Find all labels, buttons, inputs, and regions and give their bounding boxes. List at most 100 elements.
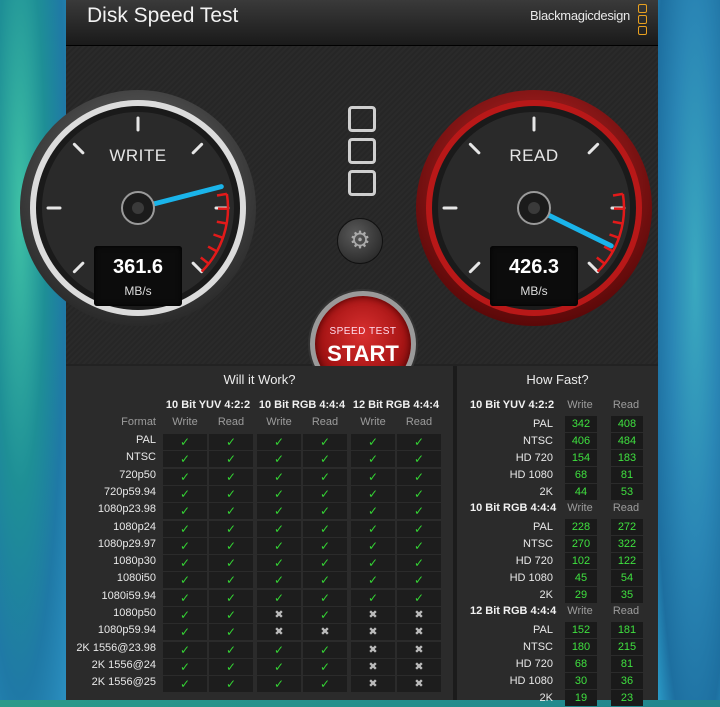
format-column-header: Format [70, 416, 156, 428]
checkmark-icon: ✓ [209, 572, 253, 588]
checkmark-icon: ✓ [397, 572, 441, 588]
read-speed-value: 122 [611, 553, 643, 569]
cross-icon: ✖ [397, 676, 441, 692]
table-row: 2K 1556@24✓✓✓✓✖✖ [70, 659, 450, 676]
write-speed-value: 152 [565, 622, 597, 638]
results-panel: Will it Work? How Fast? 10 Bit YUV 4:2:2… [66, 366, 658, 700]
table-row: 2K2935 [461, 587, 656, 604]
checkmark-icon: ✓ [351, 434, 395, 450]
will-it-work-title: Will it Work? [66, 372, 453, 387]
format-label: 1080p23.98 [70, 503, 156, 515]
checkmark-icon: ✓ [303, 503, 347, 519]
write-speed-value: 44 [565, 484, 597, 500]
checkmark-icon: ✓ [303, 659, 347, 675]
checkmark-icon: ✓ [209, 486, 253, 502]
format-label: NTSC [461, 639, 553, 655]
checkmark-icon: ✓ [209, 451, 253, 467]
checkmark-icon: ✓ [303, 607, 347, 623]
read-column-header: Read [397, 416, 441, 428]
table-row: PAL228272 [461, 519, 656, 536]
cross-icon: ✖ [303, 624, 347, 640]
format-label: HD 720 [461, 553, 553, 569]
format-label: 1080i59.94 [70, 590, 156, 602]
group-header: 10 Bit RGB 4:4:4 [256, 399, 348, 411]
checkmark-icon: ✓ [257, 434, 301, 450]
format-label: HD 720 [461, 450, 553, 466]
checkmark-icon: ✓ [257, 659, 301, 675]
checkmark-icon: ✓ [351, 469, 395, 485]
cross-icon: ✖ [257, 624, 301, 640]
read-label: READ [414, 146, 654, 166]
checkmark-icon: ✓ [351, 555, 395, 571]
start-button-label: START [315, 341, 411, 367]
write-speed-value: 180 [565, 639, 597, 655]
write-column-header: Write [560, 605, 600, 617]
format-label: HD 1080 [461, 467, 553, 483]
table-row: 1080p50✓✓✖✓✖✖ [70, 607, 450, 624]
format-label: 1080p24 [70, 521, 156, 533]
table-row: 1080i50✓✓✓✓✓✓ [70, 572, 450, 589]
checkmark-icon: ✓ [163, 538, 207, 554]
table-row: HD 10804554 [461, 570, 656, 587]
checkmark-icon: ✓ [303, 469, 347, 485]
checkmark-icon: ✓ [303, 486, 347, 502]
write-speed-value: 270 [565, 536, 597, 552]
redline-tick [613, 222, 623, 224]
group-title: 10 Bit YUV 4:2:2 [470, 399, 554, 411]
checkmark-icon: ✓ [163, 676, 207, 692]
write-unit: MB/s [94, 284, 182, 298]
gauge-panel: WRITE 361.6 MB/s ⚙ SPEED TEST START [66, 46, 658, 364]
read-speed-value: 54 [611, 570, 643, 586]
read-speed-value: 36 [611, 673, 643, 689]
checkmark-icon: ✓ [163, 624, 207, 640]
group-title: 12 Bit RGB 4:4:4 [470, 605, 556, 617]
format-label: PAL [461, 519, 553, 535]
checkmark-icon: ✓ [257, 469, 301, 485]
table-row: NTSC180215 [461, 639, 656, 656]
brand-logo-icon [638, 4, 648, 37]
checkmark-icon: ✓ [351, 572, 395, 588]
table-row: 1080i59.94✓✓✓✓✓✓ [70, 590, 450, 607]
write-gauge: WRITE 361.6 MB/s [18, 88, 258, 328]
checkmark-icon: ✓ [303, 642, 347, 658]
checkmark-icon: ✓ [163, 555, 207, 571]
table-row: HD 720154183 [461, 450, 656, 467]
redline-tick [613, 194, 623, 196]
cross-icon: ✖ [351, 607, 395, 623]
table-row: 2K 1556@23.98✓✓✓✓✖✖ [70, 642, 450, 659]
checkmark-icon: ✓ [303, 676, 347, 692]
checkmark-icon: ✓ [209, 659, 253, 675]
checkmark-icon: ✓ [303, 590, 347, 606]
write-column-header: Write [163, 416, 207, 428]
read-speed-value: 181 [611, 622, 643, 638]
format-label: PAL [461, 416, 553, 432]
title-bar[interactable]: Disk Speed Test Blackmagicdesign [66, 0, 658, 46]
read-column-header: Read [606, 399, 646, 411]
read-speed-value: 484 [611, 433, 643, 449]
checkmark-icon: ✓ [257, 451, 301, 467]
checkmark-icon: ✓ [397, 486, 441, 502]
read-column-header: Read [209, 416, 253, 428]
slot-indicator-1 [348, 106, 376, 132]
write-value: 361.6 [94, 256, 182, 279]
checkmark-icon: ✓ [209, 538, 253, 554]
brand-logo-text: Blackmagicdesign [530, 8, 630, 23]
cross-icon: ✖ [351, 659, 395, 675]
checkmark-icon: ✓ [351, 521, 395, 537]
cross-icon: ✖ [257, 607, 301, 623]
table-row: 1080p23.98✓✓✓✓✓✓ [70, 503, 450, 520]
checkmark-icon: ✓ [397, 538, 441, 554]
write-speed-value: 228 [565, 519, 597, 535]
checkmark-icon: ✓ [351, 503, 395, 519]
slot-indicator-3 [348, 170, 376, 196]
read-speed-value: 81 [611, 467, 643, 483]
checkmark-icon: ✓ [163, 642, 207, 658]
checkmark-icon: ✓ [397, 521, 441, 537]
read-column-header: Read [606, 502, 646, 514]
read-speed-value: 23 [611, 690, 643, 706]
settings-button[interactable]: ⚙ [337, 218, 383, 264]
checkmark-icon: ✓ [163, 590, 207, 606]
write-speed-value: 68 [565, 467, 597, 483]
format-label: HD 720 [461, 656, 553, 672]
checkmark-icon: ✓ [257, 572, 301, 588]
